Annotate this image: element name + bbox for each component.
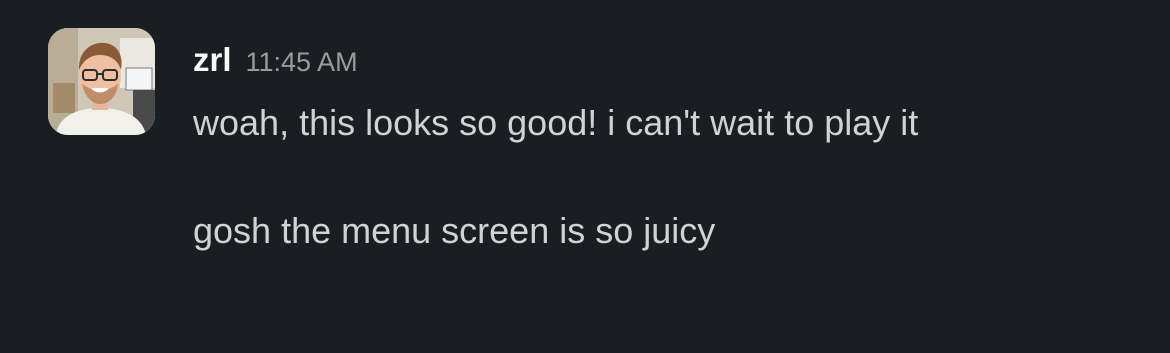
timestamp[interactable]: 11:45 AM [246, 47, 358, 78]
username[interactable]: zrl [193, 30, 232, 90]
user-photo-icon [48, 28, 155, 135]
message-paragraph: woah, this looks so good! i can't wait t… [193, 102, 919, 143]
chat-message: zrl 11:45 AM woah, this looks so good! i… [0, 0, 1170, 353]
message-header: zrl 11:45 AM [193, 30, 1143, 90]
message-paragraph: gosh the menu screen is so juicy [193, 210, 716, 251]
avatar[interactable] [48, 28, 155, 135]
message-body: woah, this looks so good! i can't wait t… [193, 96, 1123, 258]
message-content: zrl 11:45 AM woah, this looks so good! i… [193, 30, 1143, 258]
